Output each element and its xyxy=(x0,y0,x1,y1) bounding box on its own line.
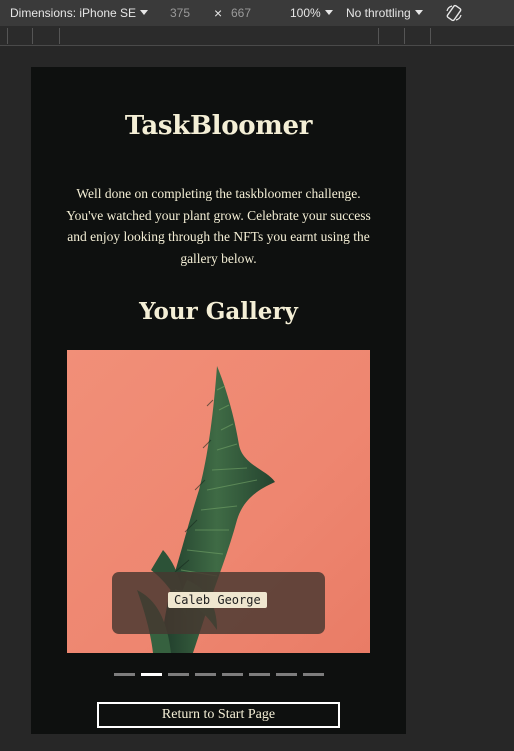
ruler-tick xyxy=(7,28,8,44)
carousel-indicators xyxy=(114,673,324,677)
width-input[interactable]: 375 xyxy=(170,6,190,20)
carousel-indicator-3[interactable] xyxy=(168,673,189,676)
ruler-tick xyxy=(32,28,33,44)
carousel-indicator-1[interactable] xyxy=(114,673,135,676)
chevron-down-icon xyxy=(414,10,423,15)
chevron-down-icon xyxy=(324,10,333,15)
zoom-dropdown[interactable]: 100% xyxy=(290,6,333,20)
zoom-label: 100% xyxy=(290,6,321,20)
throttle-label: No throttling xyxy=(346,6,411,20)
rotate-icon[interactable] xyxy=(444,3,464,23)
return-to-start-button[interactable]: Return to Start Page xyxy=(97,702,340,728)
device-dropdown[interactable]: Dimensions: iPhone SE xyxy=(10,6,149,20)
gallery-title: Your Gallery xyxy=(139,298,298,325)
app-title: TaskBloomer xyxy=(124,111,313,141)
nft-caption: Caleb George xyxy=(168,592,267,608)
intro-text: Well done on completing the taskbloomer … xyxy=(66,186,371,266)
ruler-tick xyxy=(378,28,379,44)
height-input[interactable]: 667 xyxy=(231,6,251,20)
device-label: Dimensions: iPhone SE xyxy=(10,6,137,20)
carousel-indicator-6[interactable] xyxy=(249,673,270,676)
carousel-indicator-2[interactable] xyxy=(141,673,162,676)
devtools-toolbar: Dimensions: iPhone SE 375 × 667 100% No … xyxy=(0,0,514,26)
carousel-indicator-7[interactable] xyxy=(276,673,297,676)
nft-carousel[interactable]: Caleb George xyxy=(67,350,370,653)
ruler-tick xyxy=(430,28,431,44)
media-query-ruler[interactable] xyxy=(0,26,514,46)
carousel-indicator-8[interactable] xyxy=(303,673,324,676)
chevron-down-icon xyxy=(140,10,149,15)
ruler-tick xyxy=(404,28,405,44)
ruler-tick xyxy=(59,28,60,44)
caption-overlay: Caleb George xyxy=(112,572,325,634)
device-viewport: TaskBloomer Well done on completing the … xyxy=(31,67,406,734)
carousel-indicator-4[interactable] xyxy=(195,673,216,676)
throttle-dropdown[interactable]: No throttling xyxy=(346,6,423,20)
carousel-indicator-5[interactable] xyxy=(222,673,243,676)
dimension-times-icon: × xyxy=(214,5,223,21)
